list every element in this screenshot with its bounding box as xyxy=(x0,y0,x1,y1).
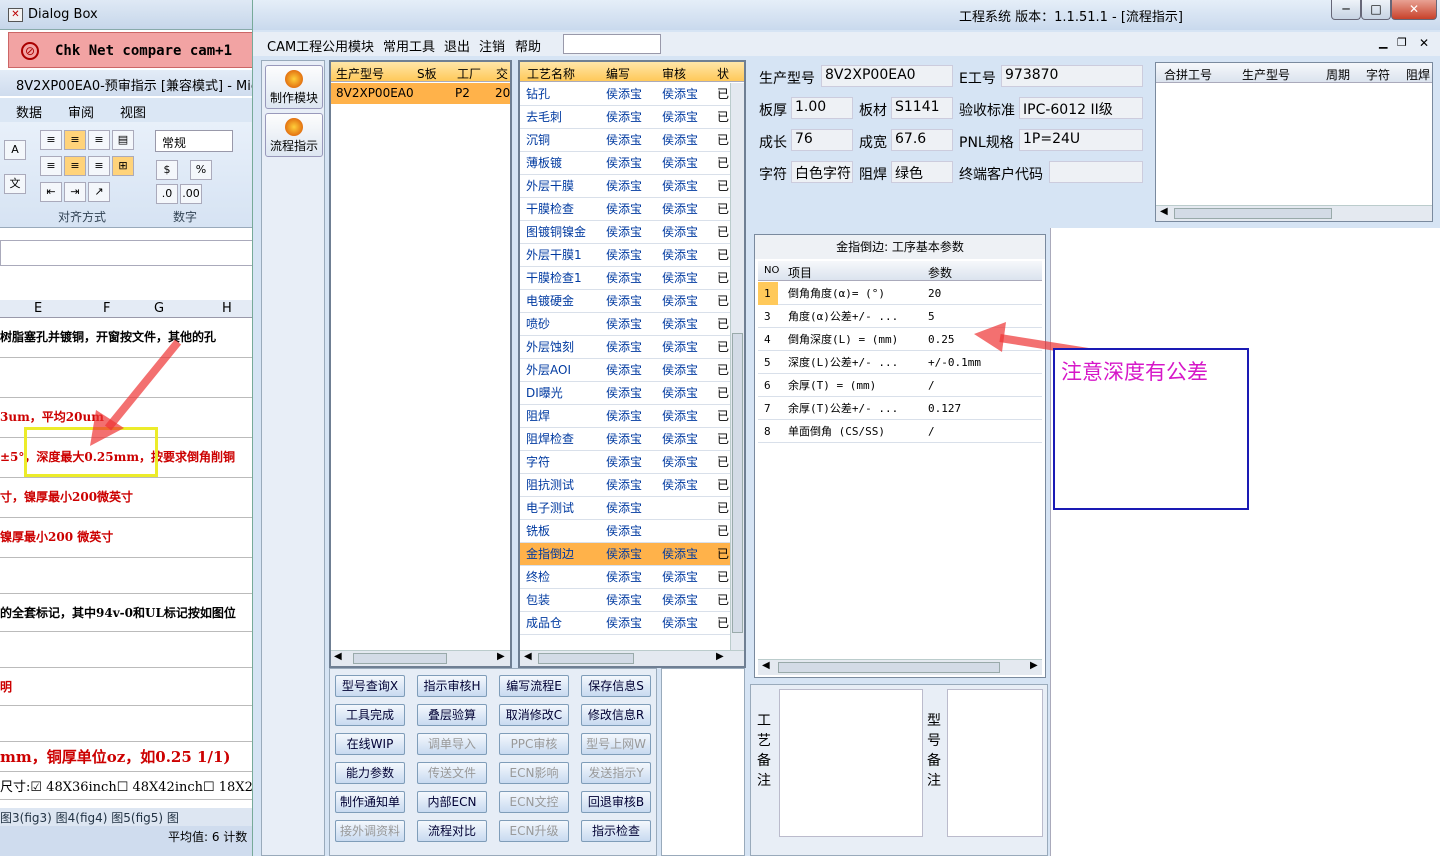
annotation-note: 注意深度有公差 xyxy=(1053,348,1249,510)
arrow-to-spreadsheet xyxy=(90,339,182,446)
annotation-text: 注意深度有公差 xyxy=(1061,360,1208,384)
